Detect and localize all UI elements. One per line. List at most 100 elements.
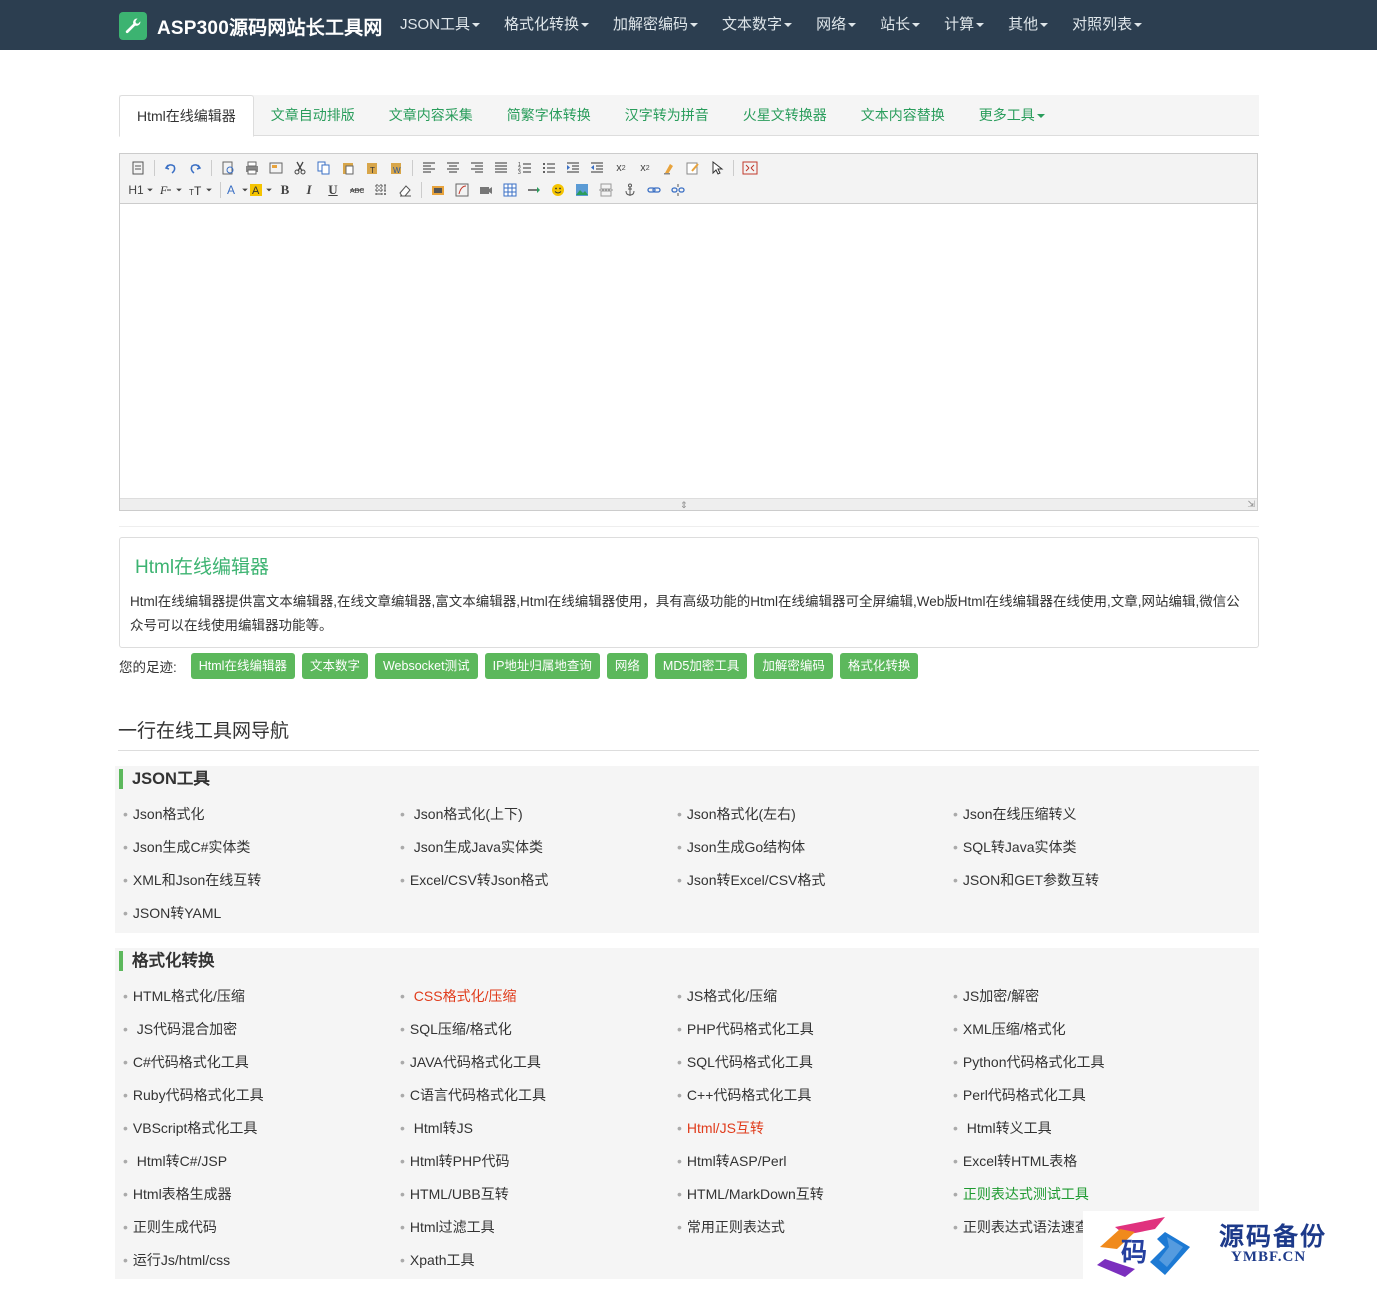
tool-link[interactable]: • HTML格式化/压缩 <box>123 986 245 1006</box>
paste-text-icon[interactable]: T <box>360 157 384 179</box>
heading-dropdown[interactable]: H1 <box>126 179 156 201</box>
underline-icon[interactable]: U <box>321 179 345 201</box>
resize-handle-icon[interactable]: ⇕ <box>680 500 688 511</box>
tool-link[interactable]: • 正则表达式语法速查 <box>953 1217 1089 1237</box>
unordered-list-icon[interactable] <box>537 157 561 179</box>
tab-martian-text[interactable]: 火星文转换器 <box>726 95 844 135</box>
footprint-tag[interactable]: 网络 <box>606 653 648 679</box>
tool-link[interactable]: • Perl代码格式化工具 <box>953 1085 1086 1105</box>
template-icon[interactable] <box>264 157 288 179</box>
align-left-icon[interactable] <box>417 157 441 179</box>
paste-word-icon[interactable]: W <box>384 157 408 179</box>
tool-link[interactable]: • 正则生成代码 <box>123 1217 217 1237</box>
tab-content-scrape[interactable]: 文章内容采集 <box>372 95 490 135</box>
tool-link[interactable]: • XML和Json在线互转 <box>123 870 261 890</box>
tool-link[interactable]: • PHP代码格式化工具 <box>677 1019 814 1039</box>
tool-link[interactable]: • C++代码格式化工具 <box>677 1085 811 1105</box>
tool-link[interactable]: • Json格式化 <box>123 804 204 824</box>
tool-link[interactable]: • Json转Excel/CSV格式 <box>677 870 825 890</box>
tab-simplified-traditional[interactable]: 简繁字体转换 <box>490 95 608 135</box>
page-break-icon[interactable] <box>594 179 618 201</box>
link-icon[interactable] <box>642 179 666 201</box>
tool-link[interactable]: • JS代码混合加密 <box>123 1019 237 1039</box>
tool-link[interactable]: • Html/JS互转 <box>677 1118 764 1138</box>
footprint-tag[interactable]: Websocket测试 <box>374 653 478 679</box>
unlink-icon[interactable] <box>666 179 690 201</box>
align-right-icon[interactable] <box>465 157 489 179</box>
strikethrough-icon[interactable]: ABC <box>345 179 369 201</box>
tool-link[interactable]: • Html表格生成器 <box>123 1184 232 1204</box>
tool-link[interactable]: • Python代码格式化工具 <box>953 1052 1105 1072</box>
paste-icon[interactable] <box>336 157 360 179</box>
brand[interactable]: ASP300源码网站长工具网 <box>119 12 383 40</box>
menu-other[interactable]: 其他 <box>996 0 1060 50</box>
editor-content-area[interactable] <box>120 204 1257 499</box>
tool-link[interactable]: • HTML/UBB互转 <box>400 1184 509 1204</box>
tool-link[interactable]: • Html过滤工具 <box>400 1217 495 1237</box>
undo-icon[interactable] <box>159 157 183 179</box>
italic-icon[interactable]: I <box>297 179 321 201</box>
footprint-tag[interactable]: Html在线编辑器 <box>190 653 295 679</box>
preview-icon[interactable] <box>216 157 240 179</box>
tool-link[interactable]: • JSON转YAML <box>123 903 221 923</box>
tool-link[interactable]: • 常用正则表达式 <box>677 1217 785 1237</box>
insert-image-icon[interactable] <box>426 179 450 201</box>
align-center-icon[interactable] <box>441 157 465 179</box>
clear-format-icon[interactable] <box>657 157 681 179</box>
outdent-icon[interactable] <box>585 157 609 179</box>
tool-link[interactable]: • JS加密/解密 <box>953 986 1039 1006</box>
redo-icon[interactable] <box>183 157 207 179</box>
tool-link[interactable]: • Excel转HTML表格 <box>953 1151 1077 1171</box>
tool-link[interactable]: • Json生成C#实体类 <box>123 837 250 857</box>
tool-link[interactable]: • HTML/MarkDown互转 <box>677 1184 824 1204</box>
insert-flash-icon[interactable] <box>450 179 474 201</box>
menu-webmaster[interactable]: 站长 <box>868 0 932 50</box>
cut-icon[interactable] <box>288 157 312 179</box>
tool-link[interactable]: • Html转PHP代码 <box>400 1151 509 1171</box>
menu-encode[interactable]: 加解密编码 <box>601 0 710 50</box>
font-size-dropdown[interactable]: TT <box>186 179 216 201</box>
fullscreen-icon[interactable] <box>738 157 762 179</box>
tool-link[interactable]: • XML压缩/格式化 <box>953 1019 1066 1039</box>
tool-link[interactable]: • Html转JS <box>400 1118 473 1138</box>
copy-icon[interactable] <box>312 157 336 179</box>
tool-link[interactable]: • SQL转Java实体类 <box>953 837 1077 857</box>
footprint-tag[interactable]: 加解密编码 <box>754 653 833 679</box>
auto-format-icon[interactable] <box>681 157 705 179</box>
tool-link[interactable]: • Html转义工具 <box>953 1118 1052 1138</box>
tool-link[interactable]: • Html转ASP/Perl <box>677 1151 786 1171</box>
tool-link[interactable]: • Json格式化(上下) <box>400 804 523 824</box>
tool-link[interactable]: • Json生成Java实体类 <box>400 837 543 857</box>
footprint-tag[interactable]: 文本数字 <box>301 653 368 679</box>
tab-auto-layout[interactable]: 文章自动排版 <box>254 95 372 135</box>
superscript-icon[interactable]: x2 <box>633 157 657 179</box>
anchor-icon[interactable] <box>618 179 642 201</box>
align-justify-icon[interactable] <box>489 157 513 179</box>
tool-link[interactable]: • SQL代码格式化工具 <box>677 1052 813 1072</box>
footprint-tag[interactable]: MD5加密工具 <box>654 653 748 679</box>
menu-format[interactable]: 格式化转换 <box>492 0 601 50</box>
indent-icon[interactable] <box>561 157 585 179</box>
tool-link[interactable]: • Ruby代码格式化工具 <box>123 1085 264 1105</box>
menu-reference[interactable]: 对照列表 <box>1060 0 1154 50</box>
tool-link[interactable]: • Json格式化(左右) <box>677 804 796 824</box>
tool-link[interactable]: • 正则表达式测试工具 <box>953 1184 1089 1204</box>
tool-link[interactable]: • JSON和GET参数互转 <box>953 870 1099 890</box>
insert-video-icon[interactable] <box>474 179 498 201</box>
tab-more-tools[interactable]: 更多工具 <box>962 95 1062 135</box>
tool-link[interactable]: • 运行Js/html/css <box>123 1250 230 1270</box>
corner-resize-icon[interactable]: ⇲ <box>1247 499 1255 510</box>
tool-link[interactable]: • Xpath工具 <box>400 1250 475 1270</box>
tool-link[interactable]: • SQL压缩/格式化 <box>400 1019 512 1039</box>
select-all-icon[interactable] <box>705 157 729 179</box>
tab-text-replace[interactable]: 文本内容替换 <box>844 95 962 135</box>
menu-network[interactable]: 网络 <box>804 0 868 50</box>
menu-calc[interactable]: 计算 <box>932 0 996 50</box>
tool-link[interactable]: • VBScript格式化工具 <box>123 1118 257 1138</box>
ordered-list-icon[interactable]: 123 <box>513 157 537 179</box>
tab-pinyin[interactable]: 汉字转为拼音 <box>608 95 726 135</box>
tool-link[interactable]: • Json生成Go结构体 <box>677 837 805 857</box>
emoticon-icon[interactable] <box>546 179 570 201</box>
tool-link[interactable]: • CSS格式化/压缩 <box>400 986 516 1006</box>
font-color-icon[interactable]: A <box>225 179 249 201</box>
